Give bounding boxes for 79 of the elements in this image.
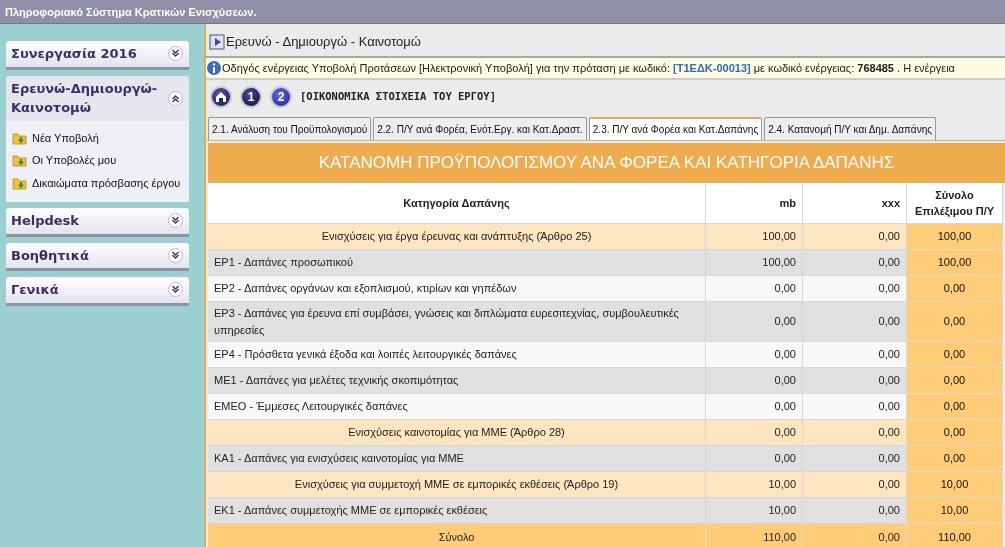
table-cell: 10,00 [907, 472, 1003, 498]
table-cell: 0,00 [706, 420, 803, 446]
table-title: ΚΑΤΑΝΟΜΗ ΠΡΟΫΠΟΛΟΓΙΣΜΟΥ ΑΝΑ ΦΟΡΕΑ ΚΑΙ ΚΑΤΗΓΟΡΙΑ ΔΑΠΑΝΗΣ [208, 143, 1005, 183]
table-cell: Ενισχύσεις καινοτομίας για ΜΜΕ (Άρθρο 28) [208, 420, 706, 446]
play-icon [209, 33, 225, 50]
folder-icon[interactable] [12, 130, 28, 145]
panel-title[interactable]: Γενικά [11, 280, 59, 300]
table-cell: ΕΡ4 - Πρόσθετα γενικά έξοδα και λοιπές λειτουργικές δαπάνες [208, 342, 706, 368]
table-cell: 0,00 [803, 302, 907, 342]
table-cell: 0,00 [706, 368, 803, 394]
page-title: Ερευνώ - Δημιουργώ - Καινοτομώ [226, 33, 421, 51]
section-title: [ΟΙΚΟΝΟΜΙΚΑ ΣΤΟΙΧΕΙΑ ΤΟΥ ΕΡΓΟΥ] [300, 89, 496, 105]
column-header: Σύνολο Επιλέξιμου Π/Υ [907, 183, 1003, 224]
tab[interactable]: 2.1. Ανάλυση του Προϋπολογισμού [208, 117, 372, 140]
table-cell: ΕΡ2 - Δαπάνες οργάνων και εξοπλισμού, κτιρίων και γηπέδων [208, 276, 706, 302]
table-cell: 0,00 [803, 524, 907, 547]
home-button[interactable] [210, 86, 232, 108]
table-cell: 100,00 [706, 250, 803, 276]
table-cell: 100,00 [907, 250, 1003, 276]
table-cell: 0,00 [907, 342, 1003, 368]
folder-icon[interactable] [12, 175, 28, 190]
table-cell: 0,00 [706, 302, 803, 342]
home-icon[interactable] [215, 91, 227, 103]
table-cell: 10,00 [706, 498, 803, 524]
table-cell: 110,00 [706, 524, 803, 547]
app-title: Πληροφοριακό Σύστημα Κρατικών Ενισχύσεων. [0, 0, 1005, 24]
table-cell: ΚΑ1 - Δαπάνες για ενισχύσεις καινοτομίας για ΜΜΕ [208, 446, 706, 472]
tab[interactable]: 2.4. Κατανομή Π/Υ και Δημ. Δαπάνης [764, 117, 937, 140]
table-cell: 110,00 [907, 524, 1003, 547]
table-cell: 0,00 [803, 498, 907, 524]
column-header: xxx [803, 183, 907, 224]
table-cell: 0,00 [907, 446, 1003, 472]
table-cell: ΜΕ1 - Δαπάνες για μελέτες τεχνικής σκοπιμότητας [208, 368, 706, 394]
tab[interactable]: 2.3. Π/Υ ανά Φορέα και Κατ.Δαπάνης [588, 117, 763, 140]
table-cell: Ενισχύσεις για συμμετοχή ΜΜΕ σε εμπορικές εκθέσεις (Άρθρο 19) [208, 472, 706, 498]
table-cell: 100,00 [706, 224, 803, 250]
collapse-icon[interactable] [168, 90, 183, 106]
table-cell: 0,00 [907, 302, 1003, 342]
table-cell: ΕΚ1 - Δαπάνες συμμετοχής ΜΜΕ σε εμπορικές εκθέσεις [208, 498, 706, 524]
step-button[interactable]: 2 [270, 86, 292, 108]
table-cell: 0,00 [907, 394, 1003, 420]
table-cell: 0,00 [907, 276, 1003, 302]
info-icon [206, 59, 222, 76]
column-header: Κατηγορία Δαπάνης [208, 183, 706, 224]
table-cell: ΕΡ3 - Δαπάνες για έρευνα επί συμβάσει, γνώσεις και διπλώματα ευρεσιτεχνίας, συμβουλευτικές υπηρεσίες [208, 302, 706, 342]
table-cell: 0,00 [803, 446, 907, 472]
menu-item[interactable]: Δικαιώματα πρόσβασης έργου [12, 171, 183, 194]
folder-icon[interactable] [12, 153, 28, 168]
table-cell: Σύνολο [208, 524, 706, 547]
expand-icon[interactable] [168, 46, 183, 62]
table-cell: 0,00 [803, 394, 907, 420]
info-message: Οδηγός ενέργειας Υποβολή Προτάσεων [Ηλεκτρονική Υποβολή] για την πρόταση με κωδικό: [Τ1ΕΔΚ-00013] με κωδικό ενέργειας: 768485 . Η ενέργεια [222, 60, 955, 76]
expand-icon[interactable] [168, 247, 183, 263]
table-cell: 0,00 [706, 394, 803, 420]
table-cell: 0,00 [803, 420, 907, 446]
menu-item[interactable]: Νέα Υποβολή [12, 126, 183, 149]
table-cell: 0,00 [907, 368, 1003, 394]
table-cell: 10,00 [907, 498, 1003, 524]
table-cell: 0,00 [803, 276, 907, 302]
table-cell: Ενισχύσεις για έργα έρευνας και ανάπτυξης (Άρθρο 25) [208, 224, 706, 250]
table-cell: 0,00 [803, 472, 907, 498]
table-cell: ΕΡ1 - Δαπάνες προσωπικού [208, 250, 706, 276]
table-cell: ΕΜΕΟ - Έμμεσες Λειτουργικές δαπάνες [208, 394, 706, 420]
table-cell: 0,00 [706, 342, 803, 368]
table-cell: 0,00 [803, 250, 907, 276]
step-button[interactable]: 1 [240, 86, 262, 108]
expand-icon[interactable] [168, 282, 183, 298]
table-cell: 100,00 [907, 224, 1003, 250]
table-cell: 0,00 [803, 368, 907, 394]
table-cell: 0,00 [803, 224, 907, 250]
expand-icon[interactable] [168, 213, 183, 229]
menu-item[interactable]: Οι Υποβολές μου [12, 149, 183, 172]
table-cell: 10,00 [706, 472, 803, 498]
column-header: mb [706, 183, 803, 224]
table-cell: 0,00 [706, 276, 803, 302]
table-cell: 0,00 [907, 420, 1003, 446]
table-cell: 0,00 [706, 446, 803, 472]
table-cell: 0,00 [803, 342, 907, 368]
tab[interactable]: 2.2. Π/Υ ανά Φορέα, Ενότ.Εργ. και Κατ.Δραστ. [373, 117, 587, 140]
